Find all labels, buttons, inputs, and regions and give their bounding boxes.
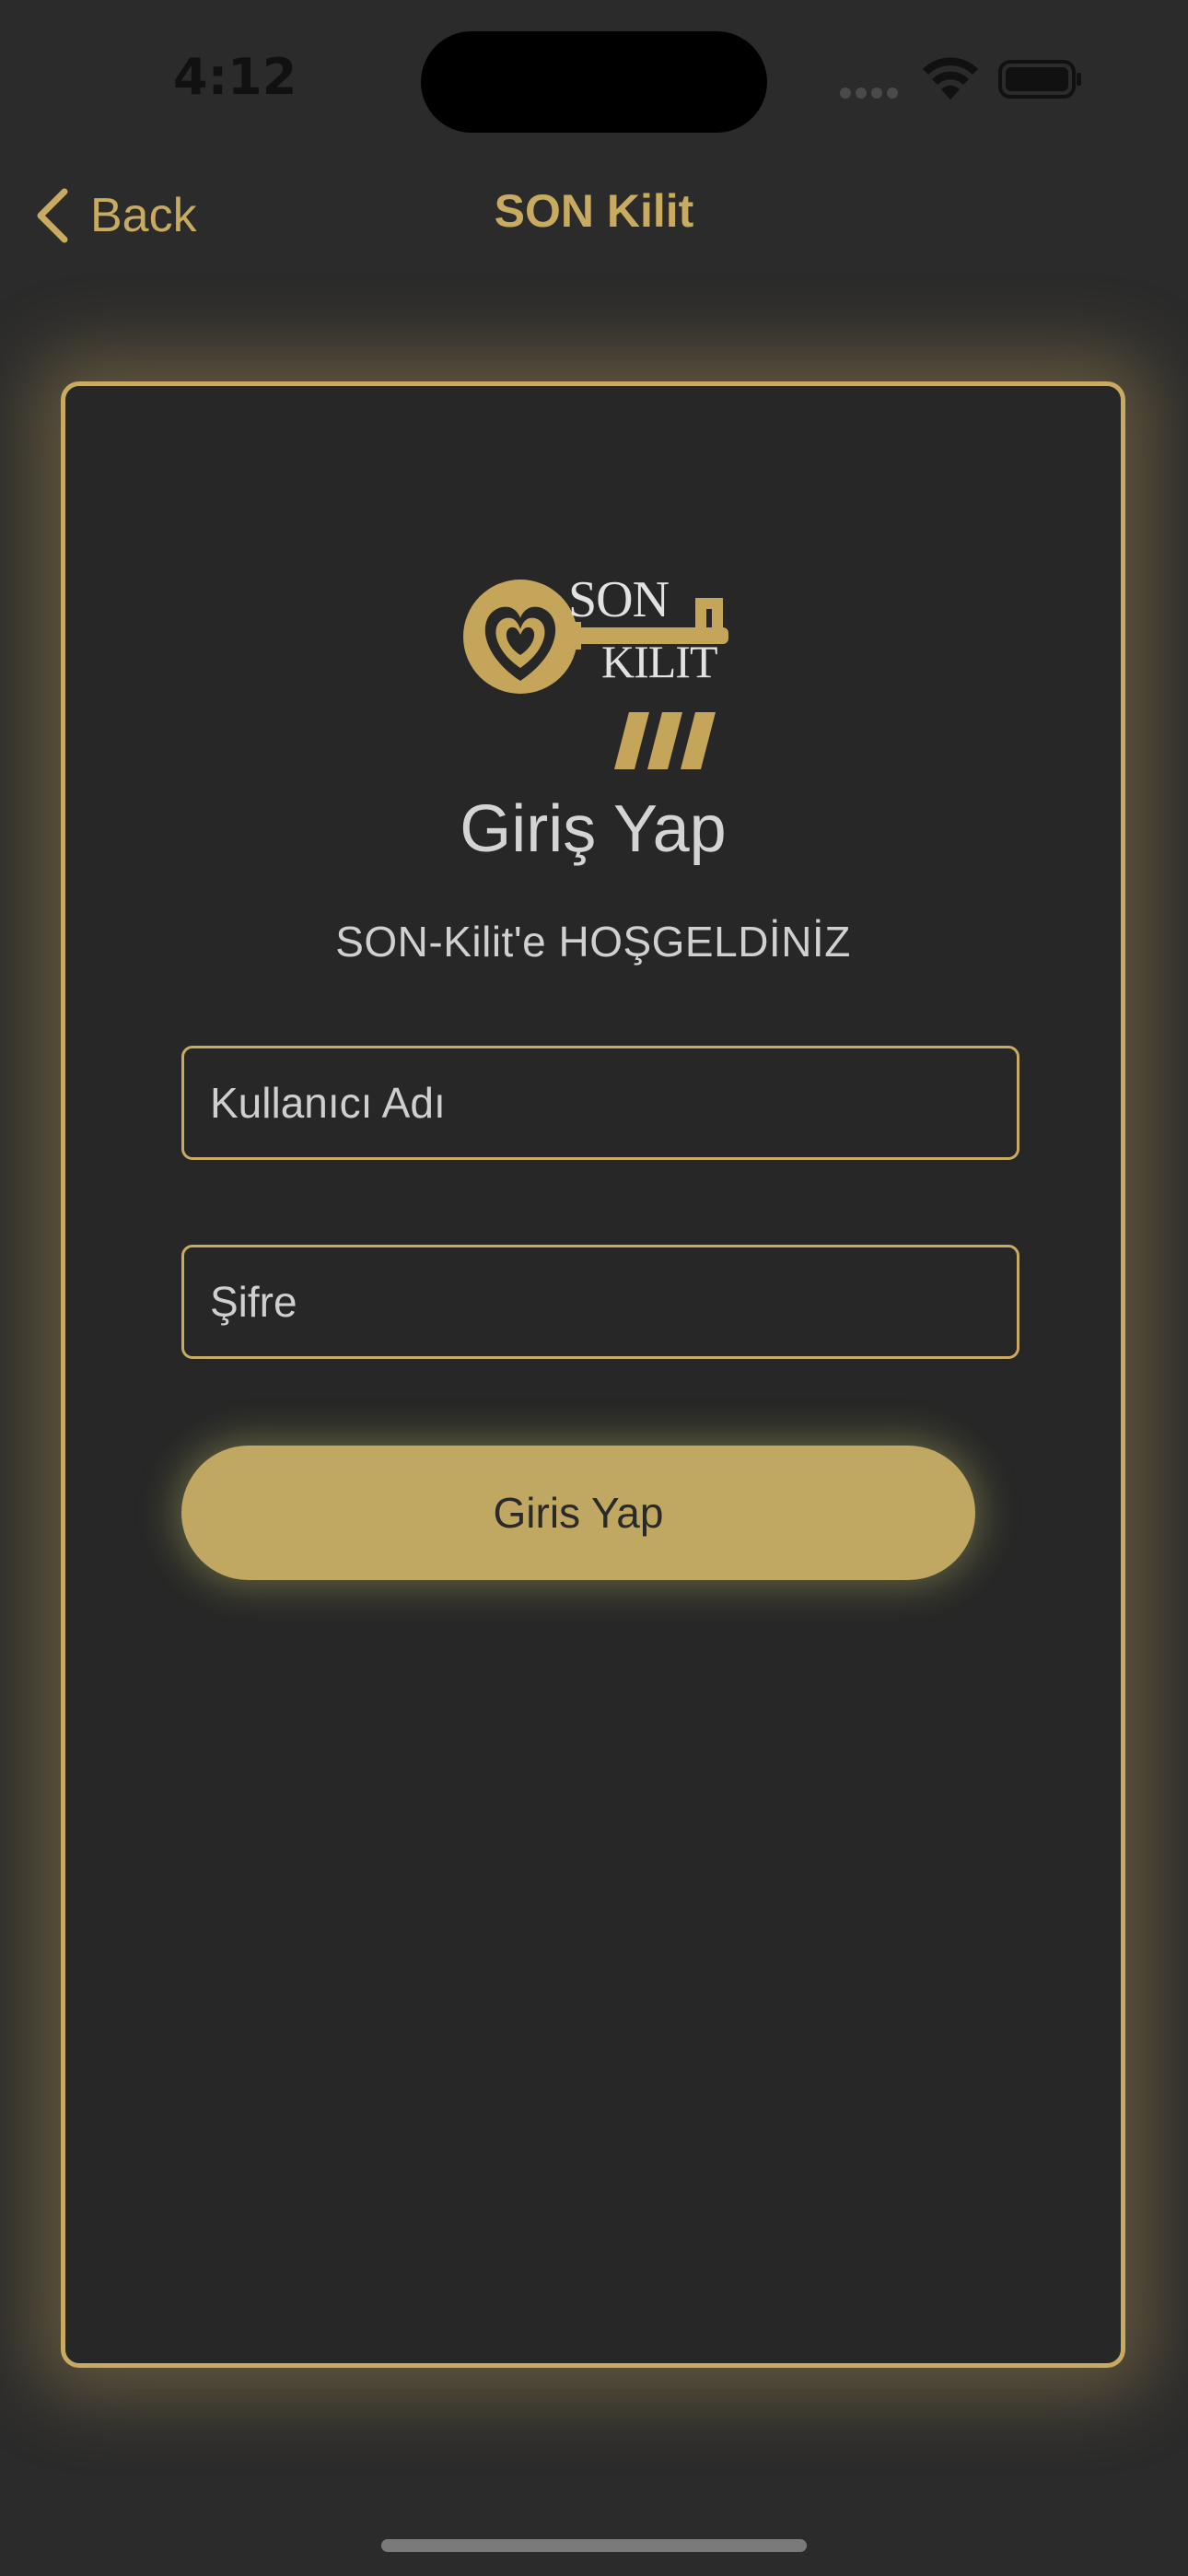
nav-title: SON Kilit xyxy=(494,185,694,237)
navigation-bar: Back SON Kilit xyxy=(0,157,1188,267)
logo-text-son: SON xyxy=(568,571,670,628)
welcome-text: SON-Kilit'e HOŞGELDİNİZ xyxy=(335,918,851,966)
dynamic-island xyxy=(421,31,767,133)
home-indicator xyxy=(381,2539,807,2552)
status-bar: 4:12 xyxy=(0,0,1188,157)
battery-icon xyxy=(998,60,1081,99)
status-time: 4:12 xyxy=(173,48,297,106)
signal-icon xyxy=(840,87,904,100)
login-heading: Giriş Yap xyxy=(460,792,727,866)
username-input[interactable] xyxy=(181,1046,1019,1160)
login-button[interactable]: Giris Yap xyxy=(181,1446,975,1580)
wifi-icon xyxy=(923,57,978,100)
logo-text-kilit: KILIT xyxy=(601,636,717,687)
login-card: SON KILIT Giriş Yap SON-Kilit'e HOŞGELDİ… xyxy=(61,381,1125,2368)
password-input[interactable] xyxy=(181,1245,1019,1359)
son-kilit-logo: SON KILIT xyxy=(458,570,743,773)
